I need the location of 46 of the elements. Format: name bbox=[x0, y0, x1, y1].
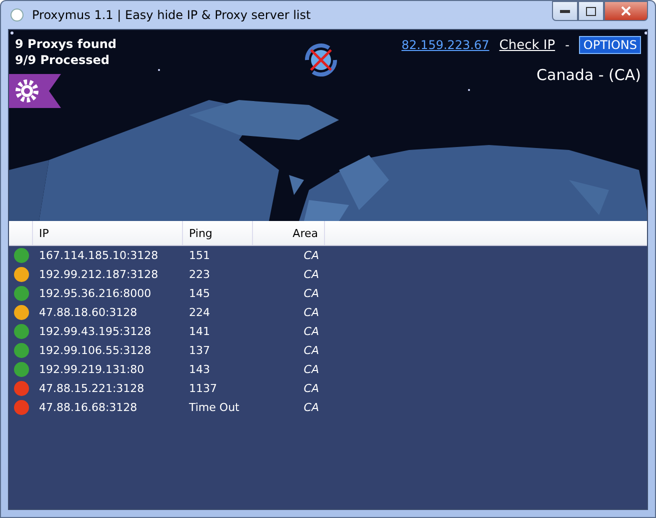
close-icon bbox=[621, 6, 631, 16]
check-ip-link[interactable]: Check IP bbox=[499, 38, 556, 52]
options-button[interactable]: OPTIONS bbox=[579, 36, 641, 54]
table-cell-text: CA bbox=[302, 268, 320, 281]
window-title: Proxymus 1.1 | Easy hide IP & Proxy server list bbox=[32, 8, 311, 22]
table-cell-text: CA bbox=[302, 401, 320, 414]
ip-link[interactable]: 82.159.223.67 bbox=[401, 38, 490, 52]
table-cell-text: CA bbox=[302, 325, 320, 338]
table-cell-text: Time Out bbox=[188, 401, 240, 414]
minimize-icon bbox=[560, 9, 570, 13]
table-cell-text: 1137 bbox=[188, 382, 218, 395]
table-cell-text: CA bbox=[302, 382, 320, 395]
table-cell-text: CA bbox=[302, 249, 320, 262]
proxy-count: 9 Proxys found bbox=[14, 36, 117, 52]
table-cell-text: 192.99.212.187:3128 bbox=[38, 268, 160, 281]
table-cell-text: 145 bbox=[188, 287, 211, 300]
table-cell-text: 151 bbox=[188, 249, 211, 262]
column-header[interactable]: Area bbox=[253, 221, 325, 245]
table-cell-text: CA bbox=[302, 344, 320, 357]
table-cell-text: CA bbox=[302, 287, 320, 300]
table-cell-text: 224 bbox=[188, 306, 211, 319]
table-cell-text: 192.99.219.131:80 bbox=[38, 363, 146, 376]
maximize-button[interactable] bbox=[578, 1, 604, 21]
separator: - bbox=[565, 38, 570, 52]
table-cell-text: 47.88.15.221:3128 bbox=[38, 382, 146, 395]
close-button[interactable] bbox=[604, 1, 648, 21]
table-cell-text: 141 bbox=[188, 325, 211, 338]
country-label: Canada - (CA) bbox=[536, 66, 641, 84]
column-header[interactable]: IP bbox=[33, 221, 183, 245]
table-cell-text: CA bbox=[302, 363, 320, 376]
minimize-button[interactable] bbox=[552, 1, 578, 21]
processed-count: 9/9 Processed bbox=[14, 52, 110, 68]
table-cell-text: 143 bbox=[188, 363, 211, 376]
table-cell-text: 167.114.185.10:3128 bbox=[38, 249, 160, 262]
table-cell-text: 137 bbox=[188, 344, 211, 357]
gear-icon[interactable] bbox=[9, 74, 61, 108]
maximize-icon bbox=[586, 6, 596, 16]
table-cell-text: CA bbox=[302, 306, 320, 319]
table-cell-text: 47.88.16.68:3128 bbox=[38, 401, 138, 414]
table-cell-text: 192.95.36.216:8000 bbox=[38, 287, 152, 300]
table-cell-text: 47.88.18.60:3128 bbox=[38, 306, 138, 319]
table-cell-text: 192.99.43.195:3128 bbox=[38, 325, 152, 338]
column-header[interactable]: Ping bbox=[183, 221, 253, 245]
table-cell-text: 223 bbox=[188, 268, 211, 281]
table-cell-text: 192.99.106.55:3128 bbox=[38, 344, 152, 357]
app-icon bbox=[10, 8, 24, 22]
